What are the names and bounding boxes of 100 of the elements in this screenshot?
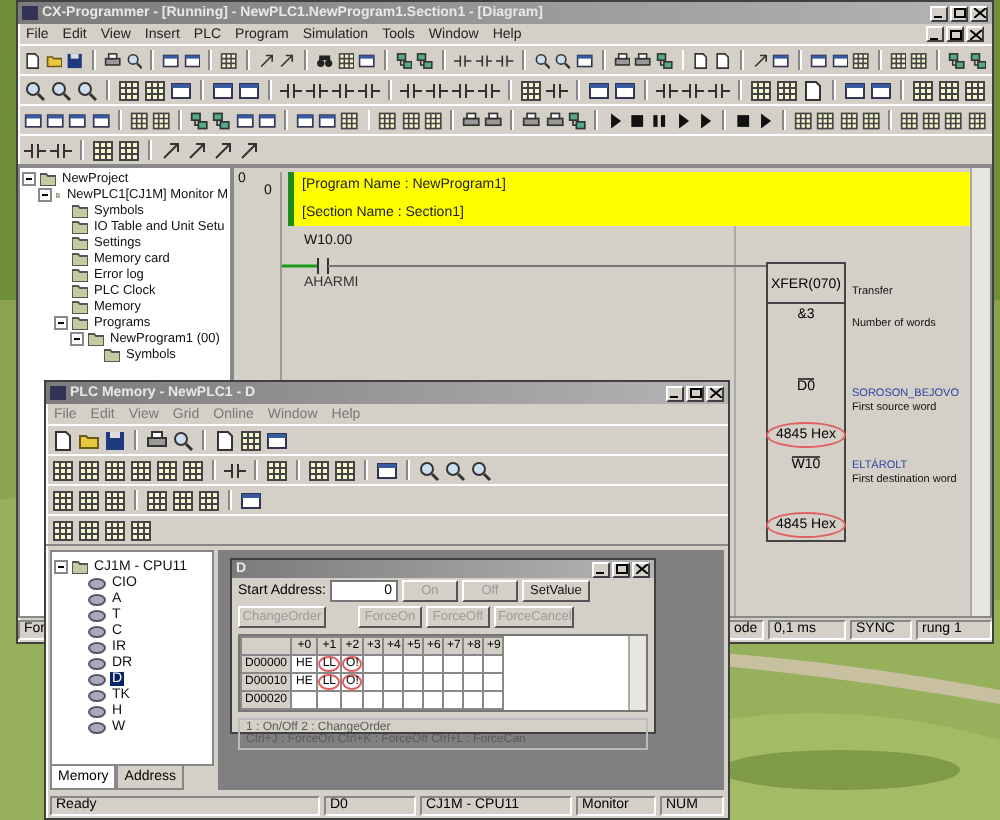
table-icon[interactable] bbox=[52, 519, 74, 541]
maximize-button[interactable] bbox=[686, 385, 704, 401]
scrollbar[interactable] bbox=[970, 168, 990, 616]
arrow-icon[interactable] bbox=[212, 139, 234, 161]
window-icon[interactable] bbox=[844, 79, 866, 101]
document-icon[interactable] bbox=[52, 429, 74, 451]
minimize-button[interactable] bbox=[592, 561, 610, 577]
contact-icon[interactable] bbox=[400, 79, 422, 101]
play-icon[interactable] bbox=[695, 109, 714, 131]
table-icon[interactable] bbox=[899, 109, 919, 131]
network-icon[interactable] bbox=[190, 109, 209, 131]
contact-icon[interactable] bbox=[50, 139, 72, 161]
table-icon[interactable] bbox=[964, 79, 986, 101]
contact-icon[interactable] bbox=[478, 79, 500, 101]
network-icon[interactable] bbox=[969, 49, 987, 71]
play-icon[interactable] bbox=[605, 109, 625, 131]
table-icon[interactable] bbox=[156, 459, 178, 481]
window-icon[interactable] bbox=[24, 109, 43, 131]
table-icon[interactable] bbox=[129, 109, 149, 131]
contact-icon[interactable] bbox=[24, 139, 46, 161]
table-icon[interactable] bbox=[816, 109, 836, 131]
contact-icon[interactable] bbox=[306, 79, 328, 101]
collapse-icon[interactable] bbox=[22, 171, 36, 185]
table-icon[interactable] bbox=[144, 79, 166, 101]
table-icon[interactable] bbox=[334, 459, 356, 481]
table-icon[interactable] bbox=[520, 79, 542, 101]
document-icon[interactable] bbox=[24, 49, 42, 71]
contact-icon[interactable] bbox=[452, 79, 474, 101]
table-icon[interactable] bbox=[130, 459, 152, 481]
printer-icon[interactable] bbox=[146, 429, 168, 451]
window-icon[interactable] bbox=[257, 109, 277, 131]
table-icon[interactable] bbox=[910, 49, 929, 71]
minimize-button[interactable] bbox=[666, 385, 684, 401]
table-icon[interactable] bbox=[912, 79, 934, 101]
printer-icon[interactable] bbox=[461, 109, 481, 131]
window-icon[interactable] bbox=[235, 109, 254, 131]
network-icon[interactable] bbox=[567, 109, 586, 131]
window-icon[interactable] bbox=[183, 49, 201, 71]
table-icon[interactable] bbox=[172, 489, 194, 511]
network-icon[interactable] bbox=[655, 49, 674, 71]
window-icon[interactable] bbox=[809, 49, 827, 71]
table-icon[interactable] bbox=[220, 49, 238, 71]
arrow-icon[interactable] bbox=[751, 49, 769, 71]
table-icon[interactable] bbox=[118, 139, 140, 161]
document-icon[interactable] bbox=[214, 429, 236, 451]
contact-icon[interactable] bbox=[332, 79, 354, 101]
printer-icon[interactable] bbox=[484, 109, 503, 131]
window-icon[interactable] bbox=[238, 79, 260, 101]
close-button[interactable] bbox=[706, 385, 724, 401]
window-icon[interactable] bbox=[240, 489, 262, 511]
table-icon[interactable] bbox=[198, 489, 220, 511]
window-icon[interactable] bbox=[266, 429, 288, 451]
play-icon[interactable] bbox=[673, 109, 692, 131]
close-button[interactable] bbox=[970, 5, 988, 21]
scrollbar[interactable] bbox=[628, 636, 646, 710]
contact-icon[interactable] bbox=[358, 79, 380, 101]
arrow-icon[interactable] bbox=[160, 139, 182, 161]
window-icon[interactable] bbox=[68, 109, 88, 131]
search-icon[interactable] bbox=[470, 459, 492, 481]
window-icon[interactable] bbox=[170, 79, 192, 101]
arrow-icon[interactable] bbox=[278, 49, 297, 71]
document-icon[interactable] bbox=[802, 79, 824, 101]
window-icon[interactable] bbox=[318, 109, 337, 131]
window-icon[interactable] bbox=[91, 109, 110, 131]
contact-icon[interactable] bbox=[280, 79, 302, 101]
document-icon[interactable] bbox=[692, 49, 711, 71]
collapse-icon[interactable] bbox=[54, 559, 68, 573]
window-icon[interactable] bbox=[772, 49, 791, 71]
minimize-button[interactable] bbox=[930, 5, 948, 21]
play-icon[interactable] bbox=[756, 109, 775, 131]
contact-icon[interactable] bbox=[682, 79, 704, 101]
collapse-icon[interactable] bbox=[38, 187, 52, 201]
table-icon[interactable] bbox=[266, 459, 288, 481]
table-icon[interactable] bbox=[337, 49, 355, 71]
window-icon[interactable] bbox=[358, 49, 376, 71]
table-icon[interactable] bbox=[750, 79, 772, 101]
printer-icon[interactable] bbox=[103, 49, 122, 71]
table-icon[interactable] bbox=[182, 459, 204, 481]
window-icon[interactable] bbox=[376, 459, 398, 481]
search-icon[interactable] bbox=[50, 79, 72, 101]
maximize-button[interactable] bbox=[612, 561, 630, 577]
printer-icon[interactable] bbox=[613, 49, 631, 71]
table-icon[interactable] bbox=[776, 79, 798, 101]
table-icon[interactable] bbox=[861, 109, 881, 131]
table-icon[interactable] bbox=[130, 519, 152, 541]
arrow-icon[interactable] bbox=[257, 49, 275, 71]
folder-icon[interactable] bbox=[78, 429, 100, 451]
table-icon[interactable] bbox=[78, 519, 100, 541]
close-button[interactable] bbox=[632, 561, 650, 577]
network-icon[interactable] bbox=[395, 49, 413, 71]
contact-icon[interactable] bbox=[475, 49, 493, 71]
table-icon[interactable] bbox=[92, 139, 114, 161]
table-icon[interactable] bbox=[794, 109, 813, 131]
table-icon[interactable] bbox=[340, 109, 360, 131]
arrow-icon[interactable] bbox=[238, 139, 260, 161]
search-icon[interactable] bbox=[172, 429, 194, 451]
window-icon[interactable] bbox=[295, 109, 315, 131]
contact-icon[interactable] bbox=[224, 459, 246, 481]
network-icon[interactable] bbox=[947, 49, 966, 71]
search-icon[interactable] bbox=[24, 79, 46, 101]
